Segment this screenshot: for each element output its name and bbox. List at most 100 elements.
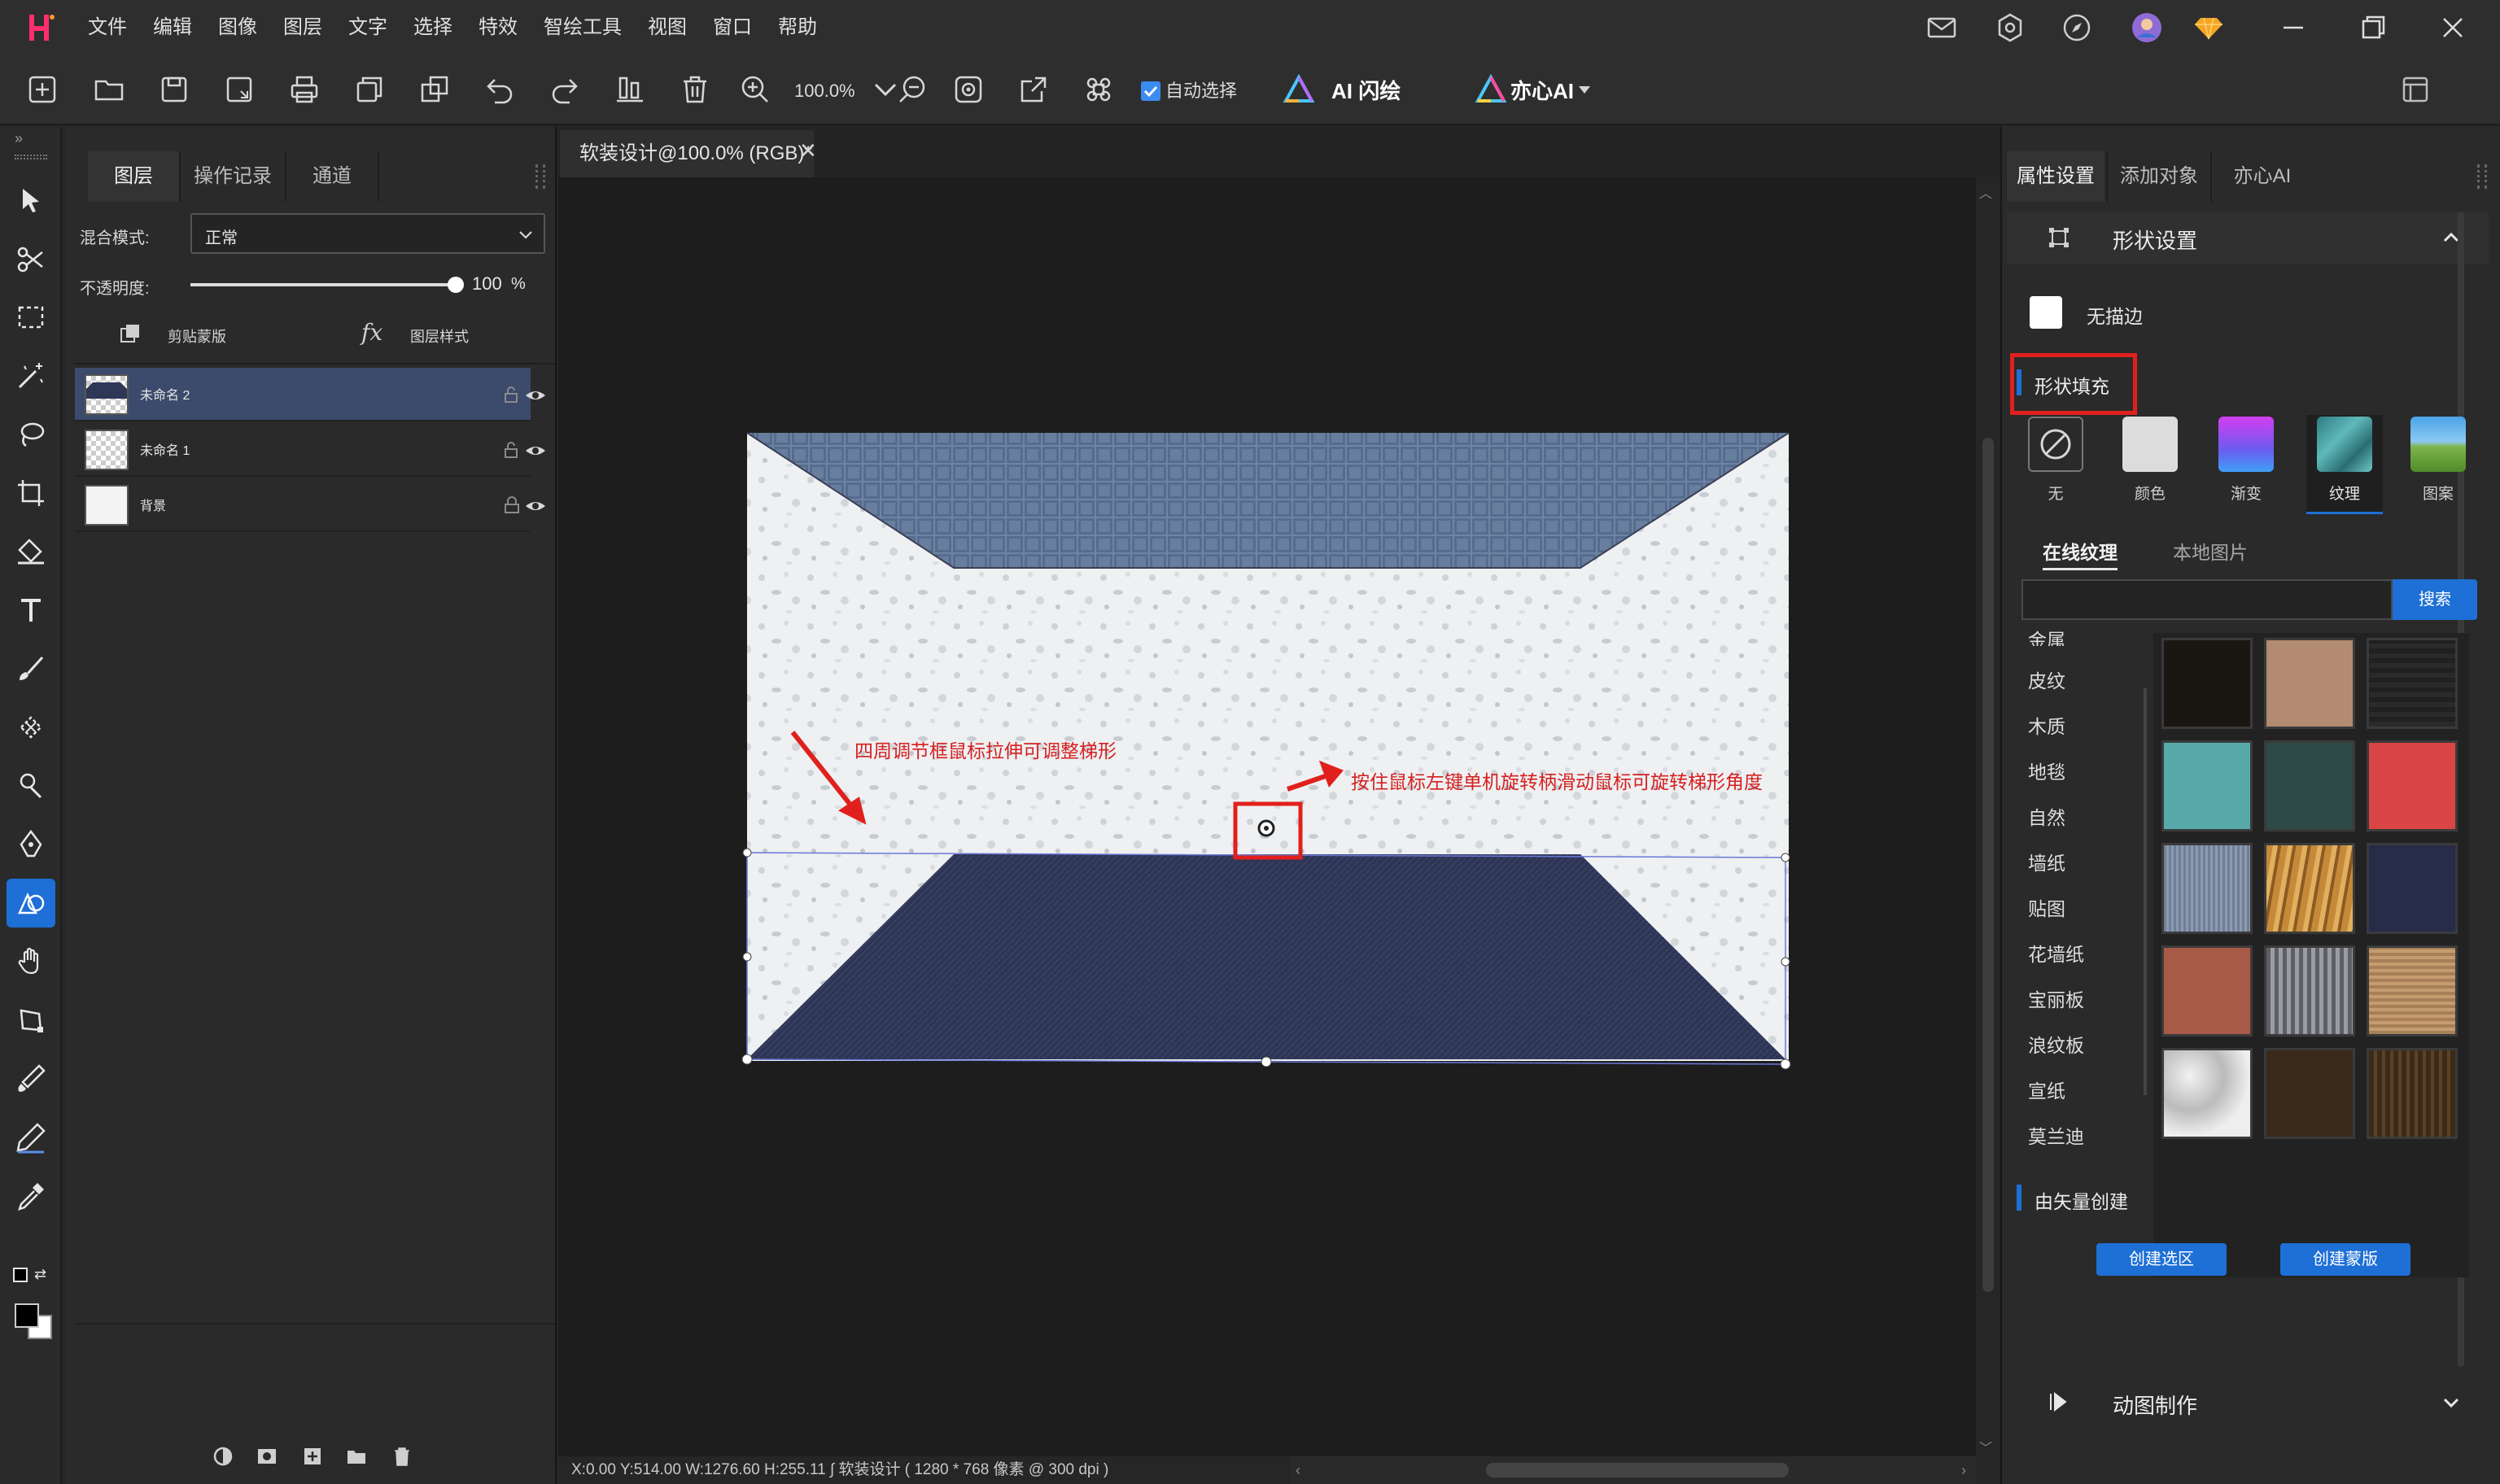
magic-wand-tool-icon[interactable] [7, 351, 55, 400]
delete-icon[interactable] [675, 70, 715, 109]
align-icon[interactable] [610, 70, 649, 109]
texture-thumb[interactable] [2367, 740, 2458, 831]
save-as-icon[interactable] [220, 70, 259, 109]
category-rice-paper[interactable]: 宣纸 [2028, 1076, 2065, 1103]
category-metal[interactable]: 金属 [2028, 625, 2065, 646]
transform-tool-icon[interactable] [7, 996, 55, 1045]
animation-section-header[interactable]: 动图制作 [2007, 1367, 2489, 1437]
text-tool-icon[interactable] [7, 586, 55, 635]
clip-mask-button[interactable]: 剪贴蒙版 [168, 325, 226, 347]
zoom-level[interactable]: 100.0% [794, 76, 855, 106]
delete-layer-icon[interactable] [391, 1445, 413, 1468]
copy-layers-icon[interactable] [415, 70, 454, 109]
layer-row[interactable]: 未命名 1 [75, 423, 531, 477]
panel-grip-icon[interactable] [535, 164, 545, 189]
panel-grip-icon[interactable] [2477, 164, 2487, 189]
new-group-folder-icon[interactable] [345, 1445, 368, 1468]
texture-thumb[interactable] [2161, 638, 2253, 729]
auto-select-checkbox[interactable] [1141, 81, 1160, 101]
eyedropper-tool-icon[interactable] [7, 1172, 55, 1220]
zoom-out-icon[interactable] [894, 70, 933, 109]
eye-icon[interactable] [524, 387, 547, 404]
menu-select[interactable]: 选择 [413, 0, 452, 55]
redo-icon[interactable] [545, 70, 584, 109]
settings-icon[interactable] [1976, 0, 2044, 55]
yixin-ai-button[interactable]: 亦心AI [1510, 76, 1574, 106]
menu-layer[interactable]: 图层 [283, 0, 322, 55]
cut-tool-icon[interactable] [7, 234, 55, 283]
fill-option-pattern[interactable]: 图案 [2399, 417, 2477, 504]
texture-thumb[interactable] [2367, 1048, 2458, 1139]
texture-search-input[interactable] [2021, 579, 2393, 620]
print-icon[interactable] [285, 70, 324, 109]
brush-tool-icon[interactable] [7, 644, 55, 693]
category-scrollbar[interactable] [2144, 688, 2147, 1095]
restore-button[interactable] [2339, 0, 2407, 55]
layer-row[interactable]: 未命名 2 [75, 368, 531, 421]
texture-thumb[interactable] [2264, 945, 2355, 1037]
texture-thumb[interactable] [2264, 638, 2355, 729]
crop-tool-icon[interactable] [7, 469, 55, 517]
save-icon[interactable] [155, 70, 194, 109]
tab-layers[interactable]: 图层 [88, 151, 181, 202]
scroll-up-icon[interactable]: ︿ [1979, 182, 1992, 202]
texture-thumb[interactable] [2161, 740, 2253, 831]
subtab-local-image[interactable]: 本地图片 [2173, 537, 2248, 565]
rotation-handle-icon[interactable] [1257, 819, 1275, 837]
texture-thumb[interactable] [2161, 843, 2253, 934]
pattern-stamp-tool-icon[interactable] [7, 703, 55, 752]
menu-effects[interactable]: 特效 [479, 0, 518, 55]
marquee-tool-icon[interactable] [7, 293, 55, 342]
opacity-slider-track[interactable] [190, 283, 459, 286]
lasso-tool-icon[interactable] [7, 410, 55, 459]
eye-icon[interactable] [524, 443, 547, 459]
unlock-icon[interactable] [503, 441, 521, 459]
create-selection-button[interactable]: 创建选区 [2096, 1243, 2227, 1276]
new-file-icon[interactable] [23, 70, 62, 109]
add-mask-icon[interactable] [256, 1445, 278, 1468]
clone-stamp-tool-icon[interactable] [7, 762, 55, 810]
search-button[interactable]: 搜索 [2393, 579, 2477, 620]
category-floral-wallpaper[interactable]: 花墙纸 [2028, 939, 2084, 967]
fill-bucket-tool-icon[interactable] [7, 527, 55, 576]
scroll-left-icon[interactable]: ‹ [1296, 1456, 1300, 1484]
avatar[interactable] [2113, 0, 2181, 55]
menu-file[interactable]: 文件 [88, 0, 127, 55]
opacity-value[interactable]: 100 [472, 273, 502, 295]
horizontal-scrollbar[interactable]: ‹ › [1291, 1456, 1976, 1484]
mail-icon[interactable] [1908, 0, 1976, 55]
vertical-scrollbar[interactable]: ︿ ﹀ [1978, 177, 2000, 1456]
panel-layout-icon[interactable] [2396, 70, 2435, 109]
shape-tool-icon[interactable] [7, 879, 55, 928]
pencil-tool-icon[interactable] [7, 1113, 55, 1162]
minimize-button[interactable] [2259, 0, 2327, 55]
fill-option-texture-selected[interactable]: 纹理 [2306, 415, 2383, 514]
lock-icon[interactable] [503, 496, 521, 514]
category-polywood[interactable]: 宝丽板 [2028, 984, 2084, 1012]
hand-tool-icon[interactable] [7, 937, 55, 986]
texture-thumb[interactable] [2264, 1048, 2355, 1139]
layer-style-button[interactable]: 图层样式 [410, 325, 469, 347]
close-tab-icon[interactable]: ✕ [799, 138, 817, 164]
caret-down-icon[interactable] [1579, 86, 1590, 94]
unlock-icon[interactable] [503, 386, 521, 404]
foreground-color-swatch[interactable] [15, 1303, 39, 1328]
category-wallpaper[interactable]: 墙纸 [2028, 848, 2065, 875]
vertical-scroll-thumb[interactable] [1982, 438, 1994, 1292]
close-button[interactable] [2419, 0, 2487, 55]
open-folder-icon[interactable] [90, 70, 129, 109]
fit-screen-icon[interactable] [949, 70, 988, 109]
vip-diamond-icon[interactable] [2174, 0, 2243, 55]
horizontal-scroll-thumb[interactable] [1486, 1463, 1789, 1477]
duplicate-icon[interactable] [350, 70, 389, 109]
default-colors-icon[interactable] [13, 1268, 28, 1282]
create-mask-button[interactable]: 创建蒙版 [2280, 1243, 2410, 1276]
menu-window[interactable]: 窗口 [713, 0, 752, 55]
texture-thumb[interactable] [2264, 843, 2355, 934]
undo-icon[interactable] [480, 70, 519, 109]
new-layer-icon[interactable] [301, 1445, 324, 1468]
category-nature[interactable]: 自然 [2028, 802, 2065, 830]
category-wave-board[interactable]: 浪纹板 [2028, 1030, 2084, 1058]
menu-edit[interactable]: 编辑 [153, 0, 192, 55]
fill-option-gradient[interactable]: 渐变 [2207, 417, 2285, 504]
